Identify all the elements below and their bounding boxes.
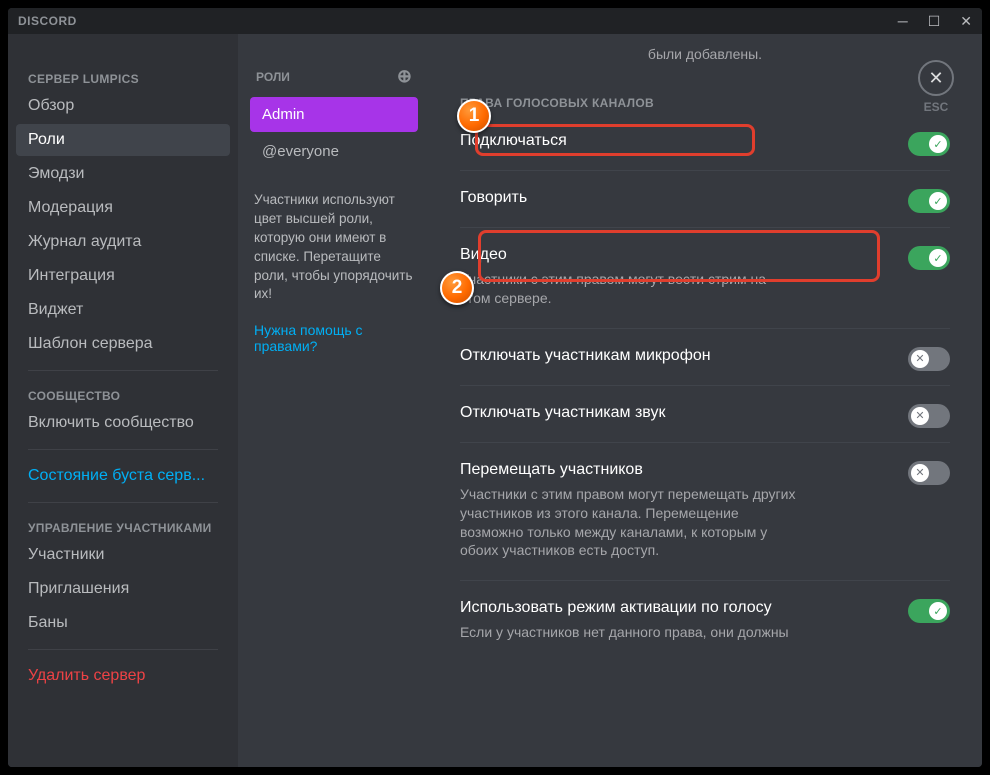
- perm-desc-move: Участники с этим правом могут перемещать…: [460, 485, 800, 561]
- section-header-server: СЕРВЕР LUMPICS: [16, 64, 230, 90]
- divider: [28, 649, 218, 650]
- divider: [460, 580, 950, 581]
- perm-title-speak: Говорить: [460, 189, 527, 207]
- section-header-community: СООБЩЕСТВО: [16, 381, 230, 407]
- toggle-video[interactable]: ✓: [908, 246, 950, 270]
- sidebar-item-overview[interactable]: Обзор: [16, 90, 230, 122]
- perm-row-video: Видео Участники с этим правом могут вест…: [460, 246, 950, 314]
- maximize-button[interactable]: ☐: [928, 13, 941, 30]
- close-settings: ✕ ESC: [918, 60, 954, 114]
- add-role-icon[interactable]: ⊕: [397, 66, 412, 87]
- sidebar-item-emoji[interactable]: Эмодзи: [16, 158, 230, 190]
- sidebar-item-enable-community[interactable]: Включить сообщество: [16, 407, 230, 439]
- close-button[interactable]: ✕: [960, 13, 972, 30]
- section-header-members-mgmt: УПРАВЛЕНИЕ УЧАСТНИКАМИ: [16, 513, 230, 539]
- sidebar-item-delete-server[interactable]: Удалить сервер: [16, 660, 230, 692]
- perm-row-deafen-members: Отключать участникам звук ✕: [460, 404, 950, 428]
- annotation-badge-2: 2: [440, 271, 474, 305]
- perm-title-video: Видео: [460, 246, 800, 264]
- divider: [460, 328, 950, 329]
- sidebar-item-audit-log[interactable]: Журнал аудита: [16, 226, 230, 258]
- permissions-section-title: ПРАВА ГОЛОСОВЫХ КАНАЛОВ: [460, 96, 950, 110]
- divider: [460, 442, 950, 443]
- sidebar-item-roles[interactable]: Роли: [16, 124, 230, 156]
- toggle-deafen-members[interactable]: ✕: [908, 404, 950, 428]
- perm-desc-vad: Если у участников нет данного права, они…: [460, 623, 789, 642]
- perm-title-connect: Подключаться: [460, 132, 567, 150]
- divider: [28, 449, 218, 450]
- divider: [460, 385, 950, 386]
- role-item-everyone[interactable]: @everyone: [250, 134, 418, 169]
- sidebar-item-boost-status[interactable]: Состояние буста серв...: [16, 460, 230, 492]
- window-controls: ─ ☐ ✕: [898, 13, 972, 30]
- settings-sidebar: СЕРВЕР LUMPICS Обзор Роли Эмодзи Модерац…: [8, 34, 238, 767]
- perm-title-move: Перемещать участников: [460, 461, 800, 479]
- perm-title-vad: Использовать режим активации по голосу: [460, 599, 789, 617]
- perm-row-voice-activity: Использовать режим активации по голосу Е…: [460, 599, 950, 648]
- roles-hint-text: Участники используют цвет высшей роли, к…: [250, 191, 418, 304]
- perm-title-deafen: Отключать участникам звук: [460, 404, 665, 422]
- divider: [28, 502, 218, 503]
- annotation-badge-1: 1: [457, 99, 491, 133]
- toggle-voice-activity[interactable]: ✓: [908, 599, 950, 623]
- perm-desc-video: Участники с этим правом могут вести стри…: [460, 270, 800, 308]
- perm-row-move-members: Перемещать участников Участники с этим п…: [460, 461, 950, 567]
- sidebar-item-bans[interactable]: Баны: [16, 607, 230, 639]
- toggle-speak[interactable]: ✓: [908, 189, 950, 213]
- role-item-admin[interactable]: Admin: [250, 97, 418, 132]
- perm-row-speak: Говорить ✓: [460, 189, 950, 213]
- sidebar-item-widget[interactable]: Виджет: [16, 294, 230, 326]
- toggle-move-members[interactable]: ✕: [908, 461, 950, 485]
- titlebar: DISCORD ─ ☐ ✕: [8, 8, 982, 34]
- close-icon[interactable]: ✕: [918, 60, 954, 96]
- sidebar-item-invites[interactable]: Приглашения: [16, 573, 230, 605]
- divider: [460, 227, 950, 228]
- divider: [28, 370, 218, 371]
- sidebar-item-template[interactable]: Шаблон сервера: [16, 328, 230, 360]
- minimize-button[interactable]: ─: [898, 13, 908, 30]
- perm-row-mute-members: Отключать участникам микрофон ✕: [460, 347, 950, 371]
- sidebar-item-members[interactable]: Участники: [16, 539, 230, 571]
- roles-header: РОЛИ ⊕: [250, 66, 418, 97]
- roles-help-link[interactable]: Нужна помощь с правами?: [250, 322, 418, 354]
- perm-title-mute: Отключать участникам микрофон: [460, 347, 711, 365]
- sidebar-item-integrations[interactable]: Интеграция: [16, 260, 230, 292]
- top-clipped-text: были добавлены.: [460, 46, 950, 62]
- perm-row-connect: Подключаться ✓: [460, 132, 950, 156]
- sidebar-item-moderation[interactable]: Модерация: [16, 192, 230, 224]
- divider: [460, 170, 950, 171]
- roles-heading-text: РОЛИ: [256, 70, 290, 84]
- toggle-mute-members[interactable]: ✕: [908, 347, 950, 371]
- toggle-connect[interactable]: ✓: [908, 132, 950, 156]
- app-brand: DISCORD: [18, 14, 77, 28]
- permissions-panel: ✕ ESC были добавлены. ПРАВА ГОЛОСОВЫХ КА…: [428, 34, 982, 767]
- esc-label: ESC: [918, 100, 954, 114]
- roles-list-column: РОЛИ ⊕ Admin @everyone Участники использ…: [238, 34, 428, 767]
